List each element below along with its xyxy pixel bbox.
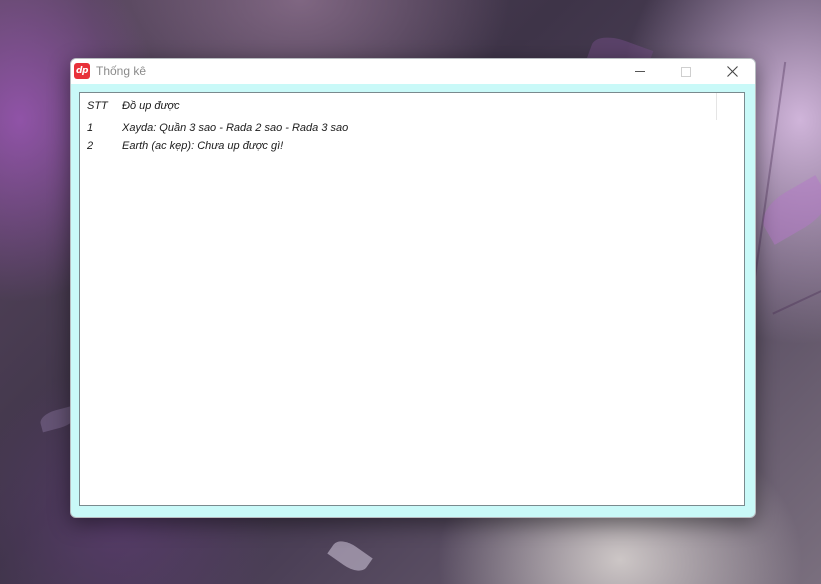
close-button[interactable]: [709, 59, 755, 84]
row-number: 1: [87, 122, 94, 134]
column-separator[interactable]: [716, 93, 717, 120]
wallpaper-petal: [327, 535, 373, 577]
column-header-item[interactable]: Đồ up được: [116, 93, 716, 120]
maximize-icon: [681, 66, 691, 77]
wallpaper-stroke: [772, 287, 821, 315]
minimize-icon: [635, 71, 645, 72]
dp-app-icon: dp: [74, 63, 90, 79]
row-item: Xayda: Quần 3 sao - Rada 2 sao - Rada 3 …: [122, 122, 349, 134]
list-view[interactable]: STT Đồ up được 1 Xayda: Quần 3 sao - Rad…: [79, 92, 745, 506]
row-item: Earth (ac kẹp): Chưa up được gì!: [122, 140, 284, 152]
title-bar[interactable]: dp Thống kê: [71, 59, 755, 84]
maximize-button[interactable]: [663, 59, 709, 84]
minimize-button[interactable]: [617, 59, 663, 84]
window-title: Thống kê: [96, 64, 147, 78]
row-number: 2: [87, 140, 94, 152]
table-row[interactable]: 2 Earth (ac kẹp): Chưa up được gì!: [80, 137, 716, 155]
close-icon: [726, 66, 738, 77]
column-header-stt[interactable]: STT: [80, 93, 116, 120]
table-row[interactable]: 1 Xayda: Quần 3 sao - Rada 2 sao - Rada …: [80, 119, 716, 137]
statistics-window: dp Thống kê STT Đồ up được 1 Xayda: Quần…: [70, 58, 756, 518]
